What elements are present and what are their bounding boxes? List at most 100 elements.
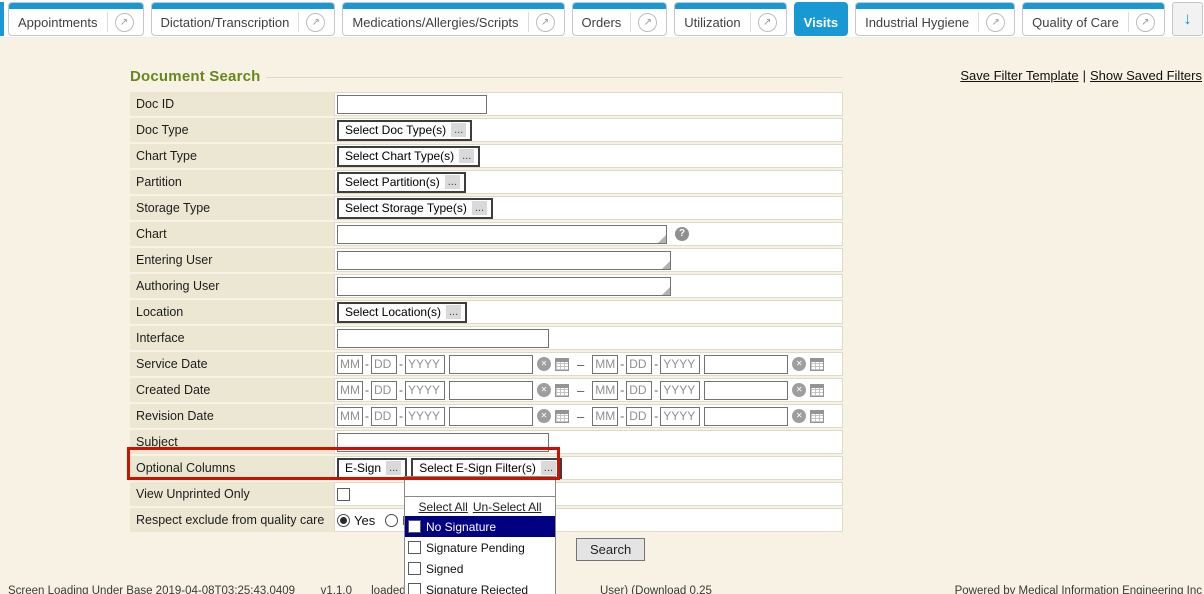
- service-date-to-year-input[interactable]: [660, 355, 700, 374]
- view-unprinted-only-checkbox[interactable]: [337, 488, 350, 501]
- esign-option-signature-rejected[interactable]: Signature Rejected: [405, 579, 555, 594]
- popout-icon[interactable]: ↗: [1136, 13, 1155, 32]
- created-date-from-text-input[interactable]: [449, 381, 533, 400]
- select-storage-type-s-button[interactable]: Select Storage Type(s)...: [337, 198, 493, 219]
- service-date-from-day-input[interactable]: [371, 355, 397, 374]
- tab-separator: [750, 12, 751, 32]
- select-location-s-button[interactable]: Select Location(s)...: [337, 302, 467, 323]
- clear-date-icon[interactable]: ✕: [537, 383, 551, 397]
- help-icon[interactable]: ?: [675, 227, 689, 241]
- popout-icon[interactable]: ↗: [536, 13, 555, 32]
- tab-medications-allergies-scripts[interactable]: Medications/Allergies/Scripts↗: [342, 2, 564, 36]
- clear-date-icon[interactable]: ✕: [792, 357, 806, 371]
- search-button[interactable]: Search: [576, 538, 645, 561]
- dropdown-filter-box[interactable]: [405, 477, 555, 497]
- option-checkbox[interactable]: [408, 541, 421, 554]
- radio-dot: [340, 517, 347, 524]
- form-row-storage-type: Storage TypeSelect Storage Type(s)...: [130, 196, 843, 220]
- tab-utilization[interactable]: Utilization ↗: [674, 2, 786, 36]
- revision-date-from-day-input[interactable]: [371, 407, 397, 426]
- tab-quality-of-care[interactable]: Quality of Care↗: [1022, 2, 1165, 36]
- clear-date-icon[interactable]: ✕: [537, 357, 551, 371]
- resize-grip-icon[interactable]: [662, 261, 670, 269]
- esign-option-signature-pending[interactable]: Signature Pending: [405, 537, 555, 558]
- clear-date-icon[interactable]: ✕: [792, 409, 806, 423]
- revision-date-from-text-input[interactable]: [449, 407, 533, 426]
- revision-date-from-year-input[interactable]: [405, 407, 445, 426]
- authoring-user-input[interactable]: [337, 277, 671, 296]
- show-saved-filters-link[interactable]: Show Saved Filters: [1090, 68, 1202, 83]
- tab-label: Utilization: [684, 15, 740, 30]
- chart-input[interactable]: [337, 225, 667, 244]
- tab-orders[interactable]: Orders↗: [572, 2, 668, 36]
- created-date-to-text-input[interactable]: [704, 381, 788, 400]
- field-value-area: [334, 274, 843, 298]
- tab-visits[interactable]: Visits: [794, 2, 848, 36]
- clear-date-icon[interactable]: ✕: [792, 383, 806, 397]
- button-label: Select Chart Type(s): [345, 149, 454, 163]
- resize-grip-icon[interactable]: [662, 287, 670, 295]
- date-hyphen: -: [399, 383, 403, 397]
- resize-grip-icon[interactable]: [658, 235, 666, 243]
- service-date-from-month-input[interactable]: [337, 355, 363, 374]
- service-date-to-day-input[interactable]: [626, 355, 652, 374]
- service-date-to-month-input[interactable]: [592, 355, 618, 374]
- tab-body: Orders↗: [573, 9, 667, 35]
- calendar-icon[interactable]: [555, 358, 569, 371]
- created-date-to-month-input[interactable]: [592, 381, 618, 400]
- esign-option-no-signature[interactable]: No Signature: [405, 516, 555, 537]
- revision-date-to-month-input[interactable]: [592, 407, 618, 426]
- option-checkbox[interactable]: [408, 520, 421, 533]
- subject-input[interactable]: [337, 433, 549, 452]
- tab-industrial-hygiene[interactable]: Industrial Hygiene↗: [855, 2, 1015, 36]
- revision-date-from-month-input[interactable]: [337, 407, 363, 426]
- tab-scroll-down-button[interactable]: ↓: [1172, 2, 1203, 36]
- select-partition-s-button[interactable]: Select Partition(s)...: [337, 172, 466, 193]
- popout-icon[interactable]: ↗: [638, 13, 657, 32]
- created-date-to-day-input[interactable]: [626, 381, 652, 400]
- select-all-link[interactable]: Select All: [418, 500, 467, 514]
- field-value-area: [334, 248, 843, 272]
- service-date-to-text-input[interactable]: [704, 355, 788, 374]
- tab-label: Dictation/Transcription: [161, 15, 290, 30]
- esign-filter-dropdown: Select All Un-Select All No Signature Sign…: [404, 476, 556, 594]
- tab-dictation-transcription[interactable]: Dictation/Transcription ↗: [151, 2, 336, 36]
- popout-icon[interactable]: ↗: [986, 13, 1005, 32]
- popout-icon[interactable]: ↗: [306, 13, 325, 32]
- esign-option-signed[interactable]: Signed: [405, 558, 555, 579]
- tab-appointments[interactable]: Appointments↗: [8, 2, 144, 36]
- radio-yes[interactable]: [337, 514, 350, 527]
- field-value-area: --✕–--✕: [334, 352, 843, 376]
- popout-icon[interactable]: ↗: [115, 13, 134, 32]
- date-hyphen: -: [365, 409, 369, 423]
- calendar-icon[interactable]: [555, 410, 569, 423]
- radio-no[interactable]: [385, 514, 398, 527]
- save-filter-template-link[interactable]: Save Filter Template: [960, 68, 1078, 83]
- select-doc-type-s-button[interactable]: Select Doc Type(s)...: [337, 120, 472, 141]
- option-checkbox[interactable]: [408, 562, 421, 575]
- doc-id-input[interactable]: [337, 95, 487, 114]
- calendar-icon[interactable]: [555, 384, 569, 397]
- option-label: Signature Pending: [426, 541, 525, 555]
- clear-date-icon[interactable]: ✕: [537, 409, 551, 423]
- created-date-to-year-input[interactable]: [660, 381, 700, 400]
- created-date-from-month-input[interactable]: [337, 381, 363, 400]
- service-date-from-text-input[interactable]: [449, 355, 533, 374]
- field-label: Optional Columns: [130, 456, 334, 480]
- calendar-icon[interactable]: [810, 384, 824, 397]
- e-sign-button[interactable]: E-Sign...: [337, 458, 407, 479]
- revision-date-to-text-input[interactable]: [704, 407, 788, 426]
- calendar-icon[interactable]: [810, 358, 824, 371]
- select-chart-type-s-button[interactable]: Select Chart Type(s)...: [337, 146, 480, 167]
- unselect-all-link[interactable]: Un-Select All: [473, 500, 542, 514]
- created-date-from-year-input[interactable]: [405, 381, 445, 400]
- entering-user-input[interactable]: [337, 251, 671, 270]
- revision-date-to-day-input[interactable]: [626, 407, 652, 426]
- revision-date-to-year-input[interactable]: [660, 407, 700, 426]
- interface-input[interactable]: [337, 329, 549, 348]
- service-date-from-year-input[interactable]: [405, 355, 445, 374]
- calendar-icon[interactable]: [810, 410, 824, 423]
- option-checkbox[interactable]: [408, 583, 421, 594]
- popout-icon[interactable]: ↗: [758, 13, 777, 32]
- created-date-from-day-input[interactable]: [371, 381, 397, 400]
